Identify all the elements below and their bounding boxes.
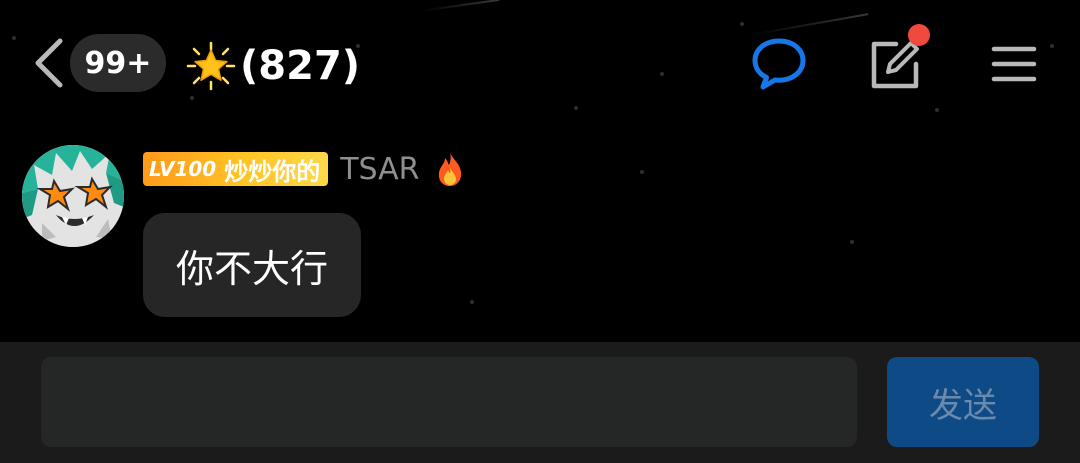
sender-title: TSAR bbox=[340, 151, 420, 187]
level-badge: LV100 炒炒你的 bbox=[143, 152, 329, 187]
chat-header: 99+ (827) bbox=[0, 0, 1080, 130]
send-button[interactable]: 发送 bbox=[887, 357, 1039, 447]
compose-button[interactable] bbox=[864, 24, 930, 94]
fire-icon bbox=[438, 152, 461, 186]
avatar[interactable] bbox=[22, 145, 124, 247]
chat-screen: 99+ (827) LV100 炒炒你的 TSAR 你不大行 发送 bbox=[0, 0, 1080, 463]
glowing-star-icon bbox=[186, 41, 236, 91]
level-label: LV100 bbox=[149, 157, 217, 181]
unread-count-badge[interactable]: 99+ bbox=[70, 34, 166, 92]
message-input[interactable] bbox=[41, 357, 857, 447]
chevron-left-icon bbox=[35, 38, 63, 88]
message-composer: 发送 bbox=[0, 342, 1080, 463]
chat-title: (827) bbox=[240, 43, 361, 89]
chat-bubble-button[interactable] bbox=[749, 34, 809, 94]
menu-button[interactable] bbox=[984, 34, 1044, 94]
menu-icon bbox=[991, 46, 1037, 82]
chat-bubble-icon bbox=[752, 38, 806, 90]
avatar-image bbox=[22, 145, 124, 247]
sender-nickname[interactable]: 炒炒你的 bbox=[224, 152, 320, 187]
notification-dot bbox=[908, 24, 930, 46]
message-bubble[interactable]: 你不大行 bbox=[143, 213, 361, 317]
chat-title-group: (827) bbox=[186, 36, 360, 96]
chat-message: LV100 炒炒你的 TSAR 你不大行 bbox=[22, 145, 1022, 325]
message-text: 你不大行 bbox=[175, 246, 328, 291]
sender-info: LV100 炒炒你的 TSAR bbox=[143, 149, 466, 189]
back-button[interactable] bbox=[24, 30, 74, 96]
